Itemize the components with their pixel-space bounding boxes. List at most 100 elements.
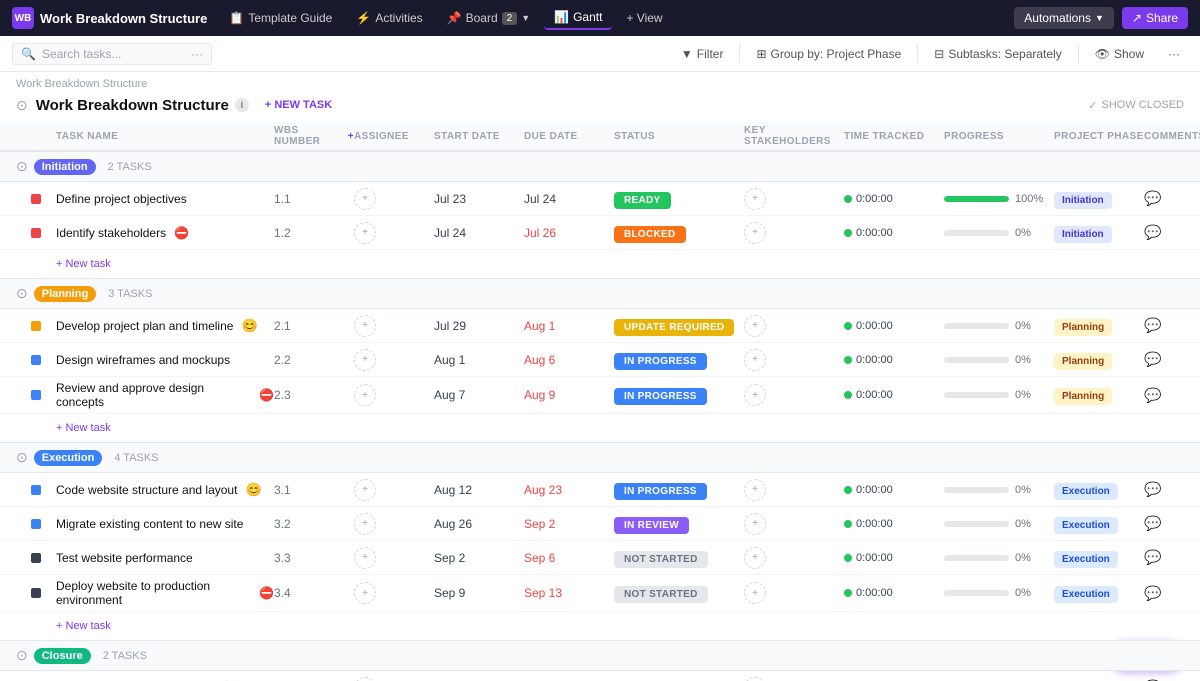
subtasks-button[interactable]: ⊟ Subtasks: Separately	[926, 44, 1069, 64]
task-row: Design wireframes and mockups 2.2 + Aug …	[0, 343, 1200, 377]
task-time: 0:00:00	[844, 484, 944, 496]
comment-icon[interactable]: 💬	[1144, 387, 1161, 403]
task-name[interactable]: Deploy website to production environment	[56, 579, 251, 607]
time-value: 0:00:00	[856, 484, 893, 496]
task-wbs: 2.2	[274, 353, 354, 367]
section-collapse-initiation[interactable]: ⊙	[16, 158, 28, 175]
assign-button[interactable]: +	[354, 582, 376, 604]
time-dot	[844, 520, 852, 528]
show-closed-button[interactable]: ✓ SHOW CLOSED	[1088, 99, 1184, 112]
comment-icon[interactable]: 💬	[1144, 317, 1161, 333]
task-status[interactable]: UPDATE REQUIRED	[614, 319, 734, 336]
task-name[interactable]: Develop project plan and timeline	[56, 319, 233, 333]
section-collapse-execution[interactable]: ⊙	[16, 449, 28, 466]
comment-icon[interactable]: 💬	[1144, 481, 1161, 497]
task-time: 0:00:00	[844, 193, 944, 205]
assign-button[interactable]: +	[354, 513, 376, 535]
stakeholder-add-button[interactable]: +	[744, 188, 766, 210]
task-name[interactable]: Migrate existing content to new site	[56, 517, 243, 531]
tab-gantt[interactable]: 📊 Gantt	[544, 6, 612, 30]
task-status[interactable]: NOT STARTED	[614, 586, 708, 603]
stakeholder-add-button[interactable]: +	[744, 315, 766, 337]
group-by-button[interactable]: ⊞ Group by: Project Phase	[748, 44, 909, 64]
section-badge-closure: Closure	[34, 648, 91, 664]
add-task-button[interactable]: + New task	[56, 256, 111, 272]
col-comments: COMMENTS	[1144, 131, 1184, 142]
filter-button[interactable]: ▼ Filter	[673, 44, 732, 64]
tab-add-view[interactable]: + View	[616, 7, 672, 29]
section-collapse-planning[interactable]: ⊙	[16, 285, 28, 302]
app-logo[interactable]: WB Work Breakdown Structure	[12, 7, 207, 29]
assign-button[interactable]: +	[354, 547, 376, 569]
task-progress-cell: 0%	[944, 354, 1054, 366]
task-stakeholder-cell: +	[744, 188, 844, 210]
task-phase: Planning	[1054, 353, 1112, 370]
task-status[interactable]: IN PROGRESS	[614, 388, 707, 405]
subtasks-icon: ⊟	[934, 47, 944, 61]
task-name[interactable]: Design wireframes and mockups	[56, 353, 230, 367]
task-status[interactable]: BLOCKED	[614, 226, 686, 243]
tab-board[interactable]: 📌 Board 2 ▼	[437, 7, 540, 29]
task-warning-icon: ⛔	[259, 586, 274, 600]
section-collapse-closure[interactable]: ⊙	[16, 647, 28, 664]
add-task-button[interactable]: + New task	[56, 420, 111, 436]
tab-template-guide[interactable]: 📋 Template Guide	[219, 7, 342, 29]
comment-icon[interactable]: 💬	[1144, 351, 1161, 367]
task-start-date: Jul 23	[434, 192, 524, 206]
task-progress-cell: 0%	[944, 227, 1054, 239]
task-name[interactable]: Code website structure and layout	[56, 483, 237, 497]
task-status[interactable]: IN PROGRESS	[614, 483, 707, 500]
assign-button[interactable]: +	[354, 188, 376, 210]
assign-button[interactable]: +	[354, 384, 376, 406]
assign-button[interactable]: +	[354, 315, 376, 337]
progress-pct: 0%	[1015, 587, 1043, 599]
task-status[interactable]: NOT STARTED	[614, 551, 708, 568]
comment-icon[interactable]: 💬	[1144, 190, 1161, 206]
task-dot-cell	[16, 390, 56, 400]
task-start-date: Aug 1	[434, 353, 524, 367]
task-name[interactable]: Identify stakeholders	[56, 226, 166, 240]
comment-icon[interactable]: 💬	[1144, 515, 1161, 531]
comment-icon[interactable]: 💬	[1144, 224, 1161, 240]
new-task-header-button[interactable]: + NEW TASK	[257, 96, 340, 114]
task-status[interactable]: IN PROGRESS	[614, 353, 707, 370]
stakeholder-add-button[interactable]: +	[744, 479, 766, 501]
assign-button[interactable]: +	[354, 349, 376, 371]
progress-pct: 100%	[1015, 193, 1043, 205]
stakeholder-add-button[interactable]: +	[744, 582, 766, 604]
share-button[interactable]: ↗ Share	[1122, 7, 1188, 29]
more-options-button[interactable]: ···	[1160, 44, 1188, 64]
tab-activities[interactable]: ⚡ Activities	[346, 7, 432, 29]
stakeholder-add-button[interactable]: +	[744, 384, 766, 406]
task-row: Review and approve design concepts ⛔ 2.3…	[0, 377, 1200, 414]
info-icon[interactable]: i	[235, 98, 249, 112]
stakeholder-add-button[interactable]: +	[744, 547, 766, 569]
automations-button[interactable]: Automations ▼	[1014, 7, 1114, 29]
task-name[interactable]: Test website performance	[56, 551, 193, 565]
search-box[interactable]: 🔍 Search tasks... ···	[12, 43, 212, 65]
page-collapse-icon[interactable]: ⊙	[16, 97, 28, 114]
comment-icon[interactable]: 💬	[1144, 549, 1161, 565]
task-assignee-cell: +	[354, 582, 434, 604]
stakeholder-add-button[interactable]: +	[744, 513, 766, 535]
task-stakeholder-cell: +	[744, 582, 844, 604]
assign-button[interactable]: +	[354, 479, 376, 501]
task-status[interactable]: READY	[614, 192, 671, 209]
task-phase: Initiation	[1054, 192, 1112, 209]
task-name-cell: Develop project plan and timeline 😊	[56, 318, 274, 334]
section-badge-execution: Execution	[34, 450, 103, 466]
task-name[interactable]: Review and approve design concepts	[56, 381, 251, 409]
time-dot	[844, 589, 852, 597]
comment-icon[interactable]: 💬	[1144, 585, 1161, 601]
task-status[interactable]: IN REVIEW	[614, 517, 689, 534]
stakeholder-add-button[interactable]: +	[744, 349, 766, 371]
task-wbs: 3.3	[274, 551, 354, 565]
stakeholder-add-button[interactable]: +	[744, 222, 766, 244]
task-due-date: Aug 1	[524, 319, 614, 333]
add-task-button[interactable]: + New task	[56, 618, 111, 634]
section-label-initiation: Initiation 2 TASKS	[34, 159, 254, 175]
task-name[interactable]: Define project objectives	[56, 192, 187, 206]
show-button[interactable]: 👁 Show	[1087, 44, 1152, 64]
task-assignee-cell: +	[354, 188, 434, 210]
assign-button[interactable]: +	[354, 222, 376, 244]
